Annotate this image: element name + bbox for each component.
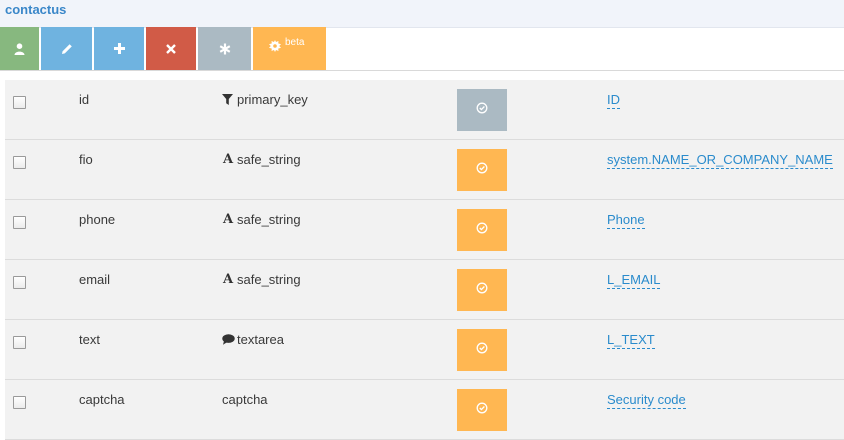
status-toggle[interactable] [457, 389, 507, 431]
field-type: primary_key [222, 92, 308, 107]
close-icon [166, 43, 176, 54]
asterisk-icon [219, 43, 231, 55]
toolbar: beta [0, 27, 844, 70]
field-type: textarea [222, 332, 284, 347]
field-label-link[interactable]: L_TEXT [607, 332, 655, 349]
beta-label: beta [285, 37, 305, 48]
field-type: A safe_string [222, 272, 301, 287]
field-label-link[interactable]: ID [607, 92, 620, 109]
asterisk-button[interactable] [198, 27, 251, 70]
toolbar-divider [0, 70, 844, 71]
check-circle-icon [476, 341, 488, 359]
font-icon: A [222, 212, 234, 227]
field-type-label: safe_string [237, 212, 301, 227]
check-circle-icon [476, 401, 488, 419]
table-row: text textarea L_TEXT [5, 320, 844, 380]
field-name: id [79, 92, 90, 107]
field-type-label: captcha [222, 392, 268, 407]
field-type: captcha [222, 392, 268, 407]
field-type-label: safe_string [237, 152, 301, 167]
font-icon: A [222, 152, 234, 167]
check-circle-icon [476, 281, 488, 299]
field-name: text [79, 332, 100, 347]
add-button[interactable] [94, 27, 144, 70]
title-bar: contactus [0, 0, 844, 28]
check-circle-icon [476, 161, 488, 179]
font-icon: A [222, 272, 234, 287]
settings-beta-button[interactable]: beta [253, 27, 326, 70]
comment-icon [222, 334, 235, 345]
check-circle-icon [476, 101, 488, 119]
field-name: captcha [79, 392, 125, 407]
table-row: id primary_key ID [5, 80, 844, 140]
table-row: email A safe_string L_EMAIL [5, 260, 844, 320]
field-label-link[interactable]: Phone [607, 212, 645, 229]
status-toggle[interactable] [457, 209, 507, 251]
user-button[interactable] [0, 27, 39, 70]
row-checkbox[interactable] [13, 396, 26, 409]
field-type: A safe_string [222, 212, 301, 227]
field-type-label: primary_key [237, 92, 308, 107]
table-row: captcha captcha Security code [5, 380, 844, 440]
table-row: fio A safe_string system.NAME_OR_COMPANY… [5, 140, 844, 200]
row-checkbox[interactable] [13, 216, 26, 229]
status-toggle[interactable] [457, 89, 507, 131]
page-title: contactus [5, 2, 67, 17]
field-type-label: textarea [237, 332, 284, 347]
delete-button[interactable] [146, 27, 196, 70]
row-checkbox[interactable] [13, 156, 26, 169]
fields-table: id primary_key ID fio A safe_string syst… [5, 80, 844, 440]
table-row: phone A safe_string Phone [5, 200, 844, 260]
field-type-label: safe_string [237, 272, 301, 287]
user-icon [14, 42, 25, 55]
field-label-link[interactable]: Security code [607, 392, 686, 409]
field-label-link[interactable]: L_EMAIL [607, 272, 661, 289]
field-name: phone [79, 212, 116, 227]
status-toggle[interactable] [457, 149, 507, 191]
field-type: A safe_string [222, 152, 301, 167]
status-toggle[interactable] [457, 269, 507, 311]
field-name: fio [79, 152, 93, 167]
row-checkbox[interactable] [13, 96, 26, 109]
status-toggle[interactable] [457, 329, 507, 371]
edit-button[interactable] [41, 27, 92, 70]
filter-icon [222, 94, 234, 105]
row-checkbox[interactable] [13, 276, 26, 289]
pencil-icon [61, 43, 73, 55]
field-name: email [79, 272, 111, 287]
field-label-link[interactable]: system.NAME_OR_COMPANY_NAME [607, 152, 833, 169]
check-circle-icon [476, 221, 488, 239]
plus-icon [113, 43, 125, 54]
row-checkbox[interactable] [13, 336, 26, 349]
